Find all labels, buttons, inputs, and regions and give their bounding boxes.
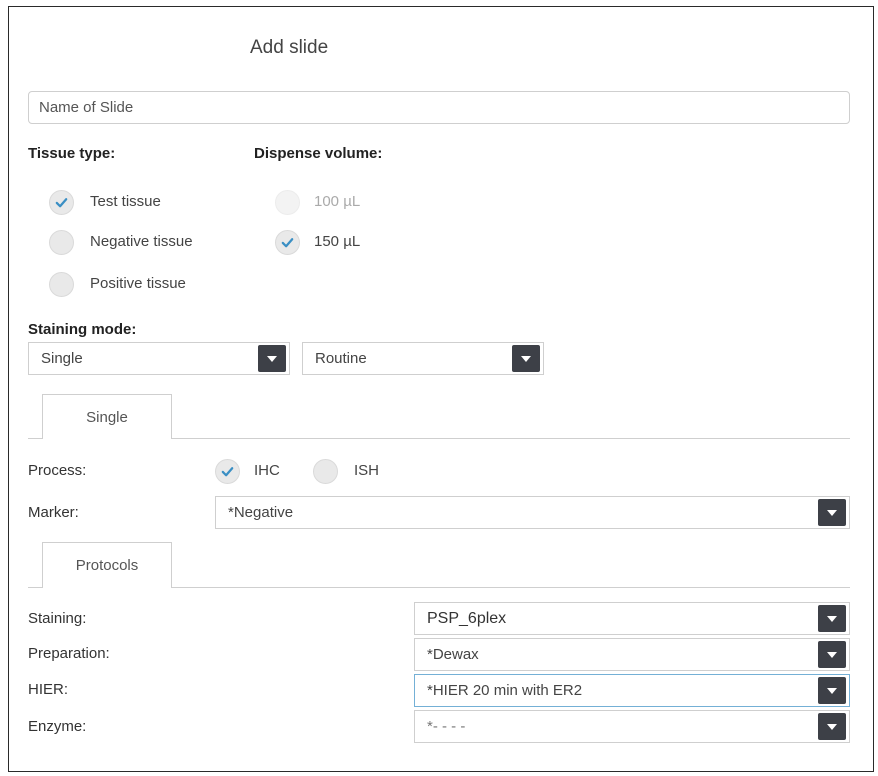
hier-protocol-value: *HIER 20 min with ER2	[427, 682, 583, 699]
ish-label: ISH	[354, 462, 380, 479]
marker-label: Marker:	[28, 504, 79, 521]
chevron-down-icon[interactable]	[818, 641, 846, 668]
chevron-down-icon[interactable]	[512, 345, 540, 372]
process-label: Process:	[28, 462, 87, 479]
enzyme-protocol-label: Enzyme:	[28, 718, 87, 735]
staining-mode-value: Single	[41, 350, 83, 367]
staining-mode-select[interactable]: Single	[28, 342, 290, 375]
check-icon	[281, 238, 294, 248]
dispense-volume-label: Dispense volume:	[254, 145, 383, 162]
volume-100-label: 100 µL	[314, 193, 361, 210]
ihc-label: IHC	[254, 462, 280, 479]
chevron-down-icon[interactable]	[818, 677, 846, 704]
tissue-type-label: Tissue type:	[28, 145, 116, 162]
staining-type-value: Routine	[315, 350, 367, 367]
tab-single-label: Single	[86, 408, 128, 426]
negative-tissue-label: Negative tissue	[90, 233, 193, 250]
staining-type-select[interactable]: Routine	[302, 342, 544, 375]
staining-protocol-value: PSP_6plex	[427, 610, 507, 627]
marker-value: *Negative	[228, 504, 294, 521]
hier-protocol-select[interactable]: *HIER 20 min with ER2	[414, 674, 850, 707]
preparation-protocol-select[interactable]: *Dewax	[414, 638, 850, 671]
preparation-protocol-value: *Dewax	[427, 646, 479, 663]
staining-mode-label: Staining mode:	[28, 321, 137, 338]
marker-select[interactable]: *Negative	[215, 496, 850, 529]
volume-150-radio[interactable]	[275, 230, 300, 255]
chevron-down-icon[interactable]	[818, 713, 846, 740]
staining-protocol-label: Staining:	[28, 610, 87, 627]
chevron-down-icon[interactable]	[258, 345, 286, 372]
chevron-down-icon[interactable]	[818, 605, 846, 632]
positive-tissue-radio[interactable]	[49, 272, 74, 297]
slide-name-input[interactable]	[28, 91, 850, 124]
ish-radio[interactable]	[313, 459, 338, 484]
ihc-radio[interactable]	[215, 459, 240, 484]
tab-single[interactable]: Single	[42, 394, 172, 439]
preparation-protocol-label: Preparation:	[28, 645, 110, 662]
check-icon	[55, 198, 68, 208]
negative-tissue-radio[interactable]	[49, 230, 74, 255]
dialog-title: Add slide	[250, 37, 329, 58]
test-tissue-label: Test tissue	[90, 193, 161, 210]
enzyme-protocol-select[interactable]: *- - - -	[414, 710, 850, 743]
tab-protocols[interactable]: Protocols	[42, 542, 172, 588]
positive-tissue-label: Positive tissue	[90, 275, 186, 292]
hier-protocol-label: HIER:	[28, 681, 69, 698]
test-tissue-radio[interactable]	[49, 190, 74, 215]
enzyme-protocol-value: *- - - -	[427, 718, 466, 735]
volume-150-label: 150 µL	[314, 233, 361, 250]
chevron-down-icon[interactable]	[818, 499, 846, 526]
volume-100-radio[interactable]	[275, 190, 300, 215]
tab-protocols-label: Protocols	[75, 557, 139, 574]
check-icon	[221, 467, 234, 477]
staining-protocol-select[interactable]: PSP_6plex	[414, 602, 850, 635]
